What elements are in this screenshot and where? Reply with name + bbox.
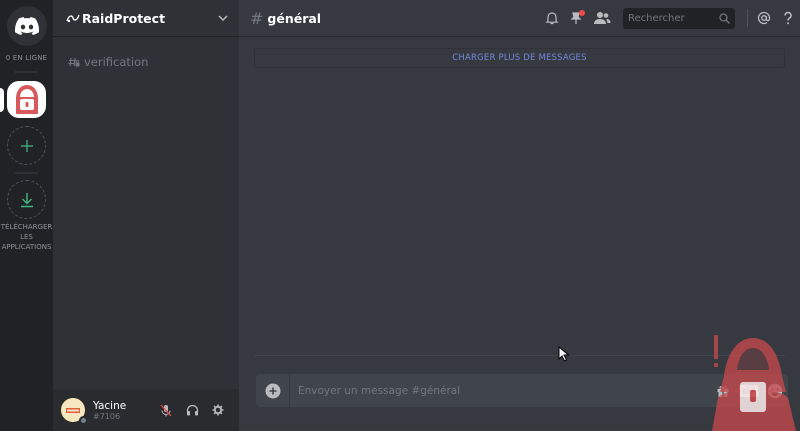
- user-info: Yacine #7106: [93, 400, 153, 421]
- microphone-muted-icon: [160, 404, 172, 416]
- search-box[interactable]: [623, 7, 735, 29]
- search-input[interactable]: [628, 12, 719, 24]
- user-settings-button[interactable]: [205, 397, 231, 423]
- user-panel: Yacine #7106: [53, 389, 239, 431]
- chevron-down-icon: [218, 15, 228, 22]
- user-tag: #7106: [93, 411, 121, 421]
- rail-separator: [15, 172, 38, 174]
- mention-badge: [579, 10, 585, 16]
- add-file-icon: [265, 383, 280, 398]
- home-button[interactable]: [7, 6, 47, 46]
- channel-sidebar: RaidProtect verification Yacine #7106: [53, 0, 239, 431]
- rail-separator: [15, 71, 38, 73]
- server-rail: 0 EN LIGNE TÉLÉCHARGER LES APPLICATIONS: [0, 0, 53, 431]
- channel-item-verification[interactable]: verification: [62, 52, 232, 72]
- download-apps-button[interactable]: [7, 180, 46, 219]
- add-server-icon: [20, 139, 33, 152]
- mention-icon: [757, 11, 771, 25]
- server-name: RaidProtect: [82, 10, 166, 26]
- members-icon: [594, 12, 611, 24]
- hash-icon: #: [250, 8, 264, 28]
- mouse-cursor-icon: [558, 346, 570, 362]
- mute-button[interactable]: [153, 397, 179, 423]
- selected-server-pill: [0, 88, 4, 112]
- locked-hash-icon: [68, 57, 80, 67]
- online-count: 0 EN LIGNE: [5, 54, 48, 62]
- channel-header: # général: [239, 0, 800, 37]
- help-button[interactable]: [776, 6, 800, 30]
- bell-icon: [545, 12, 559, 25]
- help-icon: [784, 11, 792, 25]
- add-server-button[interactable]: [7, 126, 46, 165]
- upload-button[interactable]: [256, 374, 290, 407]
- hacker-watermark-icon: [712, 335, 796, 431]
- status-indicator: [79, 416, 88, 425]
- member-list-button[interactable]: [588, 6, 616, 30]
- notifications-button[interactable]: [540, 6, 564, 30]
- message-input[interactable]: [290, 384, 710, 397]
- server-header[interactable]: RaidProtect: [53, 0, 239, 37]
- gear-icon: [212, 404, 224, 416]
- server-icon-raidprotect[interactable]: [7, 81, 46, 118]
- download-apps-label: TÉLÉCHARGER LES APPLICATIONS: [0, 223, 53, 251]
- load-more-messages-button[interactable]: CHARGER PLUS DE MESSAGES: [254, 48, 785, 68]
- toolbar-divider: [747, 9, 748, 27]
- download-icon: [20, 192, 33, 207]
- deafen-button[interactable]: [179, 397, 205, 423]
- hacker-lock-icon: [15, 84, 38, 114]
- channel-label: verification: [84, 55, 149, 69]
- search-icon: [719, 12, 730, 24]
- channel-title: général: [267, 10, 322, 26]
- server-badge-icon: [66, 14, 80, 23]
- discord-logo-icon: [15, 17, 39, 35]
- pinned-messages-button[interactable]: [564, 6, 588, 30]
- username: Yacine: [93, 399, 127, 412]
- load-more-label: CHARGER PLUS DE MESSAGES: [452, 53, 587, 63]
- headphones-icon: [186, 404, 198, 416]
- mentions-button[interactable]: [752, 6, 776, 30]
